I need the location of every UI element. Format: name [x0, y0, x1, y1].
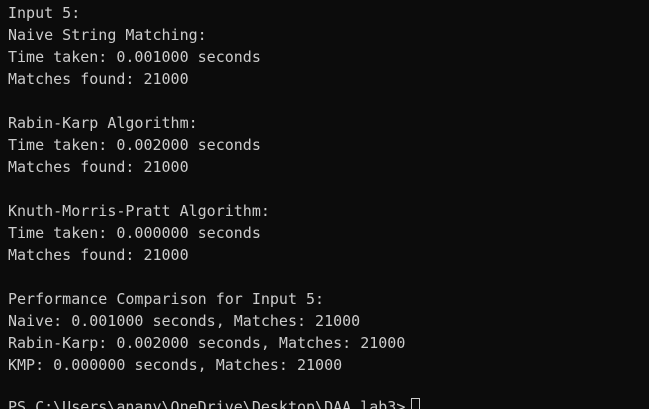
prompt-text: PS C:\Users\anany\OneDrive\Desktop\DAA l…: [8, 398, 406, 409]
output-line-comparison-title: Performance Comparison for Input 5:: [8, 290, 325, 308]
output-line-rabin-karp-time: Time taken: 0.002000 seconds: [8, 136, 261, 154]
output-line-naive-title: Naive String Matching:: [8, 26, 207, 44]
terminal-window[interactable]: Input 5: Naive String Matching: Time tak…: [0, 0, 649, 409]
output-line-naive-matches: Matches found: 21000: [8, 70, 189, 88]
text-cursor[interactable]: [411, 398, 421, 409]
output-line-naive-time: Time taken: 0.001000 seconds: [8, 48, 261, 66]
output-line-rabin-karp-matches: Matches found: 21000: [8, 158, 189, 176]
command-prompt[interactable]: PS C:\Users\anany\OneDrive\Desktop\DAA l…: [8, 396, 421, 409]
output-line-comparison-naive: Naive: 0.001000 seconds, Matches: 21000: [8, 312, 361, 330]
output-line-comparison-rabin-karp: Rabin-Karp: 0.002000 seconds, Matches: 2…: [8, 334, 406, 352]
output-line-kmp-time: Time taken: 0.000000 seconds: [8, 224, 261, 242]
output-line-comparison-kmp: KMP: 0.000000 seconds, Matches: 21000: [8, 356, 343, 374]
output-line-kmp-matches: Matches found: 21000: [8, 246, 189, 264]
output-line-kmp-title: Knuth-Morris-Pratt Algorithm:: [8, 202, 270, 220]
output-line-rabin-karp-title: Rabin-Karp Algorithm:: [8, 114, 198, 132]
output-line-input-header: Input 5:: [8, 4, 81, 22]
